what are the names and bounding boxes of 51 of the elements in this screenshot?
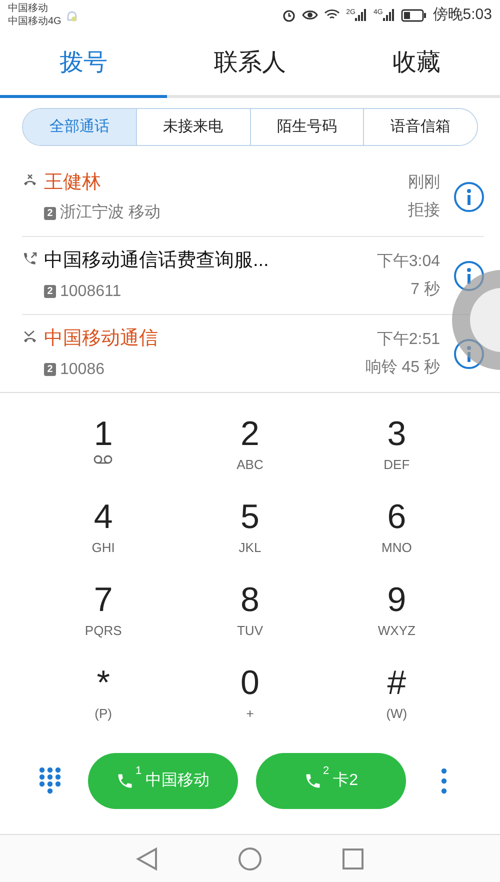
caller-name: 中国移动通信: [44, 327, 159, 352]
signal-icon: [355, 9, 368, 21]
dial-key[interactable]: # (W): [323, 662, 470, 733]
call-detail: 1008611: [60, 282, 122, 302]
call-note: 7 秒: [410, 280, 440, 300]
home-icon[interactable]: [238, 846, 262, 870]
filter-tab[interactable]: 语音信箱: [363, 109, 477, 145]
wifi-icon: [324, 9, 340, 21]
sim-badge: 2: [44, 206, 56, 220]
carrier-label: 中国移动: [8, 2, 49, 15]
call-time: 刚刚: [408, 173, 440, 193]
call-time: 下午3:04: [376, 252, 440, 272]
call-note: 响铃 45 秒: [365, 358, 440, 378]
tab[interactable]: 拨号: [0, 30, 167, 98]
caller-name: 中国移动通信话费查询服...: [44, 249, 270, 274]
back-icon[interactable]: [136, 846, 158, 870]
call-detail: 浙江宁波 移动: [60, 202, 160, 224]
rejected-call-icon: [22, 172, 38, 188]
info-icon[interactable]: [454, 182, 484, 212]
battery-icon: [400, 8, 427, 22]
dial-key[interactable]: 0 +: [176, 662, 324, 733]
voicemail-icon: [93, 455, 114, 464]
recents-icon[interactable]: [342, 848, 364, 870]
phone-icon: [116, 772, 134, 790]
missed-call-icon: [22, 329, 38, 345]
outgoing-call-icon: [22, 251, 38, 267]
tab[interactable]: 联系人: [166, 30, 334, 98]
filter-tab[interactable]: 全部通话: [23, 109, 136, 145]
dial-key[interactable]: 3 DEF: [323, 413, 470, 484]
clock-time: 傍晚5:03: [432, 4, 492, 25]
dial-key[interactable]: 9 WXYZ: [323, 579, 470, 650]
signal-icon: [382, 9, 395, 21]
caller-name: 王健林: [44, 170, 102, 195]
sim-badge: 2: [44, 363, 56, 376]
dial-key[interactable]: 2 ABC: [176, 413, 324, 484]
dial-key[interactable]: 7 PQRS: [30, 579, 177, 650]
sim-badge: 2: [44, 285, 56, 298]
call-time: 下午2:51: [376, 330, 440, 350]
alarm-icon: [282, 8, 296, 22]
dial-key[interactable]: 1: [30, 413, 177, 484]
carrier-label: 中国移动4G: [8, 15, 62, 28]
tab[interactable]: 收藏: [333, 30, 500, 98]
dial-key[interactable]: 8 TUV: [176, 579, 324, 650]
eye-icon: [302, 9, 318, 21]
call-detail: 10086: [60, 360, 104, 380]
phone-icon: [304, 772, 322, 790]
dial-key[interactable]: 5 JKL: [176, 496, 324, 567]
call-note: 拒接: [408, 200, 440, 221]
dial-key[interactable]: 4 GHI: [30, 496, 177, 567]
dial-key[interactable]: * (P): [30, 662, 177, 733]
dial-key[interactable]: 6 MNO: [323, 496, 470, 567]
